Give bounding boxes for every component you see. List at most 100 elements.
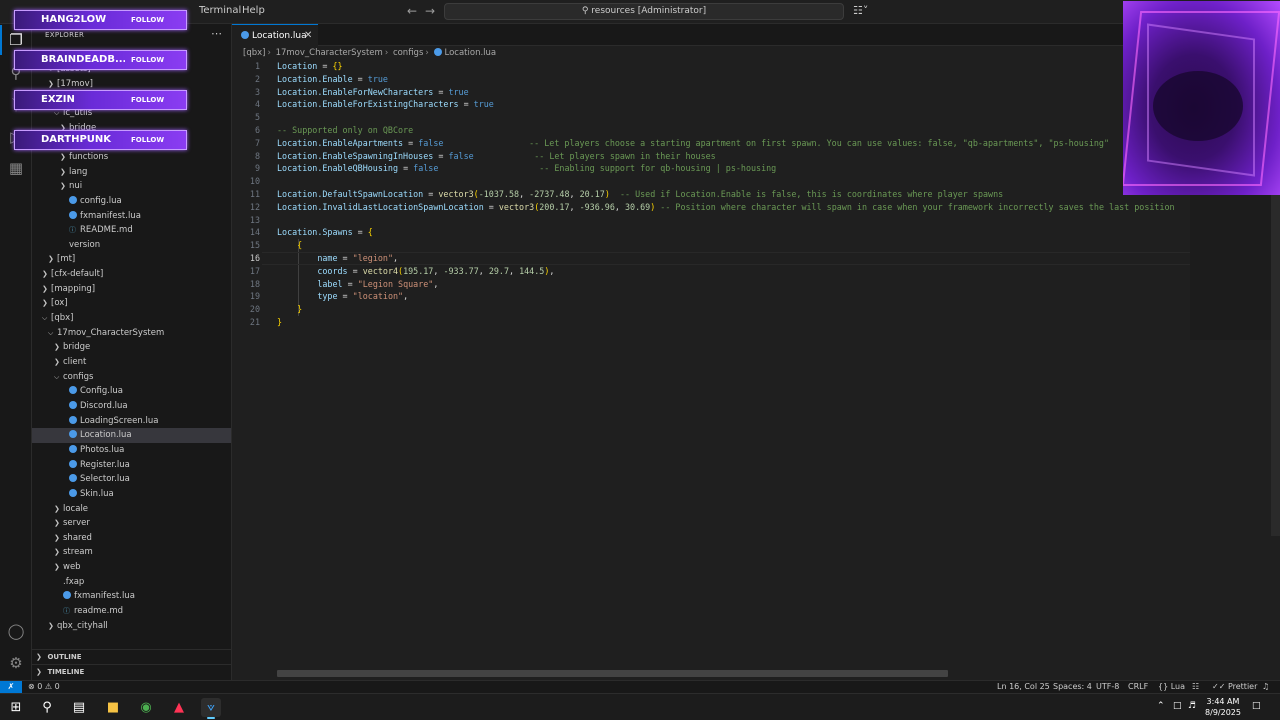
settings-gear-icon[interactable]: ⚙: [7, 654, 25, 672]
language-mode[interactable]: {} Lua: [1158, 681, 1185, 693]
cursor-position[interactable]: Ln 16, Col 25: [997, 681, 1050, 693]
vscode-icon[interactable]: ⟇: [201, 698, 221, 719]
tree-folder[interactable]: ❯ lang: [32, 165, 231, 180]
tree-folder[interactable]: ⌵ configs: [32, 370, 231, 385]
tree-folder[interactable]: ⌵ 17mov_CharacterSystem: [32, 326, 231, 341]
close-icon[interactable]: ✕: [304, 25, 312, 47]
lua-file-icon: [241, 31, 249, 39]
breadcrumb-item[interactable]: [qbx]: [243, 48, 265, 58]
indentation[interactable]: Spaces: 4: [1053, 681, 1092, 693]
tree-folder[interactable]: ❯ [ox]: [32, 296, 231, 311]
breadcrumb-item[interactable]: 17mov_CharacterSystem: [276, 48, 383, 58]
tree-folder[interactable]: ❯ [mt]: [32, 252, 231, 267]
tree-folder[interactable]: ❯ locale: [32, 502, 231, 517]
tree-folder[interactable]: ❯ [mapping]: [32, 282, 231, 297]
tree-folder[interactable]: ❯ functions: [32, 150, 231, 165]
tree-file[interactable]: fxmanifest.lua: [32, 589, 231, 604]
chevron-up-icon[interactable]: ⌃: [1157, 701, 1165, 711]
tree-folder[interactable]: ❯ server: [32, 516, 231, 531]
tree-file[interactable]: ⓘ readme.md: [32, 604, 231, 619]
line-number: 15: [249, 240, 260, 251]
tree-folder[interactable]: ❯ nui: [32, 179, 231, 194]
tree-item-label: [cfx-default]: [51, 269, 104, 280]
task-view-icon[interactable]: ▤: [69, 698, 89, 717]
outline-section[interactable]: ❯ OUTLINE: [32, 649, 231, 663]
tree-file[interactable]: Location.lua: [32, 428, 231, 443]
notifications-bell-icon[interactable]: ♫: [1262, 681, 1269, 693]
volume-icon[interactable]: ♬: [1188, 701, 1196, 711]
tree-folder[interactable]: ❯ client: [32, 355, 231, 370]
windows-start-icon[interactable]: ⊞: [6, 698, 26, 717]
tree-item-label: shared: [63, 532, 92, 543]
back-arrow-icon[interactable]: ←: [407, 4, 417, 18]
follow-badge: BRAINDEADB... FOLLOW: [14, 50, 187, 70]
menu-help[interactable]: Help: [242, 5, 265, 16]
network-icon[interactable]: □: [1173, 701, 1182, 711]
explorer-icon[interactable]: ❐: [0, 25, 25, 55]
code-editor[interactable]: 1 Location = {} 2 Location.Enable = true 3 Lo…: [232, 60, 1190, 360]
lua-file-icon: [69, 415, 77, 424]
code-line: 12 Location.InvalidLastLocationSpawnLocat…: [232, 201, 1190, 214]
tree-folder[interactable]: ❯ shared: [32, 531, 231, 546]
problems-status[interactable]: ⊗ 0 ⚠ 0: [28, 681, 60, 693]
more-actions-icon[interactable]: ⋯: [211, 27, 222, 40]
code-text: Location.DefaultSpawnLocation = vector3(…: [277, 189, 1004, 199]
encoding[interactable]: UTF-8: [1096, 681, 1119, 693]
code-text: type = "location",: [277, 291, 409, 302]
tree-file[interactable]: fxmanifest.lua: [32, 209, 231, 224]
tree-folder[interactable]: ❯ bridge: [32, 340, 231, 355]
chrome-icon[interactable]: ◉: [136, 698, 156, 717]
tree-file[interactable]: version: [32, 238, 231, 253]
file-explorer-icon[interactable]: ■: [103, 698, 123, 717]
line-number: 2: [254, 73, 260, 84]
breadcrumb-item[interactable]: configs: [393, 48, 423, 58]
line-number: 18: [249, 278, 260, 289]
tree-item-label: web: [63, 562, 81, 573]
tree-file[interactable]: LoadingScreen.lua: [32, 414, 231, 429]
horizontal-scrollbar[interactable]: [277, 670, 948, 677]
chevron-right-icon: ❯: [42, 270, 48, 279]
tree-item-label: Selector.lua: [80, 474, 130, 485]
app-icon[interactable]: ▲: [169, 698, 189, 717]
chevron-right-icon: ❯: [48, 255, 54, 264]
tree-item-label: locale: [63, 503, 89, 514]
prettier-status[interactable]: ✓✓ Prettier: [1212, 681, 1257, 693]
code-line: 15 {: [232, 239, 1190, 252]
tree-file[interactable]: Config.lua: [32, 384, 231, 399]
notification-icon[interactable]: □: [1252, 701, 1261, 711]
tree-file[interactable]: Register.lua: [32, 458, 231, 473]
copilot-status-icon[interactable]: ☷: [1192, 681, 1199, 693]
chevron-right-icon: ❯: [54, 519, 60, 528]
account-icon[interactable]: ◯: [7, 622, 25, 640]
remote-icon[interactable]: ✗: [0, 681, 22, 693]
tree-folder[interactable]: ❯ web: [32, 560, 231, 575]
tree-file[interactable]: Discord.lua: [32, 399, 231, 414]
webcam-overlay: [1123, 1, 1280, 195]
line-number: 20: [249, 304, 260, 315]
code-line: 9 Location.EnableQBHousing = false -- Ena…: [232, 162, 1190, 175]
tree-file[interactable]: config.lua: [32, 194, 231, 209]
extensions-icon[interactable]: ▦: [7, 159, 25, 177]
tree-file[interactable]: ⓘ README.md: [32, 223, 231, 238]
tree-folder[interactable]: ⌵ [qbx]: [32, 311, 231, 326]
info-file-icon: ⓘ: [69, 226, 76, 235]
breadcrumb-item[interactable]: Location.lua: [445, 48, 497, 58]
tree-file[interactable]: Skin.lua: [32, 487, 231, 502]
tree-file[interactable]: .fxap: [32, 575, 231, 590]
timeline-section[interactable]: ❯ TIMELINE: [32, 664, 231, 678]
menu-terminal[interactable]: Terminal: [199, 5, 241, 16]
copilot-icon[interactable]: ☷˅: [853, 4, 868, 17]
code-line: 11 Location.DefaultSpawnLocation = vector…: [232, 188, 1190, 201]
tree-folder[interactable]: ❯ qbx_cityhall: [32, 619, 231, 634]
line-ending[interactable]: CRLF: [1128, 681, 1148, 693]
follow-label: FOLLOW: [131, 56, 165, 64]
clock[interactable]: 3:44 AM 8/9/2025: [1200, 696, 1246, 718]
tree-file[interactable]: Selector.lua: [32, 472, 231, 487]
tab-location-lua[interactable]: Location.lua ✕: [232, 24, 318, 46]
tree-file[interactable]: Photos.lua: [32, 443, 231, 458]
tree-folder[interactable]: ❯ stream: [32, 545, 231, 560]
tree-folder[interactable]: ❯ [cfx-default]: [32, 267, 231, 282]
forward-arrow-icon[interactable]: →: [425, 4, 435, 18]
command-center[interactable]: ⚲ resources [Administrator]: [444, 3, 844, 20]
search-icon[interactable]: ⚲: [37, 698, 57, 717]
